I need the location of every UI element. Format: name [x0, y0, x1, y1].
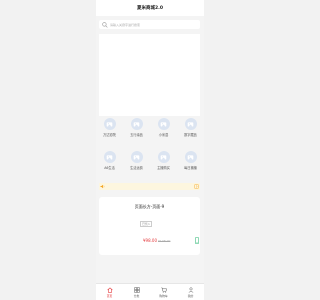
tab-label: 分类 [133, 294, 140, 298]
category-label: 五行缘品 [130, 133, 143, 137]
category-label: 万达影院 [103, 133, 116, 137]
tab-cart[interactable]: 购物车 [150, 284, 177, 300]
product-original-price: ¥138.00 [158, 239, 171, 243]
product-price: ¥98.00 [143, 238, 157, 243]
product-tag: 已售1 [140, 221, 152, 227]
image-icon [157, 151, 170, 163]
image-icon [130, 118, 143, 130]
tab-category[interactable]: 分类 [123, 284, 150, 300]
tab-label: 购物车 [159, 294, 168, 298]
search-icon [102, 21, 108, 28]
image-icon [103, 151, 116, 163]
category-label: 主播购买 [157, 166, 170, 170]
user-icon [188, 287, 193, 293]
image-icon [130, 151, 143, 163]
product-title: 页面长方-页面-9 [134, 204, 165, 209]
chevron-right-icon[interactable] [194, 184, 199, 189]
category-label: 小米县 [158, 133, 169, 137]
category-item[interactable]: A6生活 [96, 151, 123, 179]
category-label: 每日播播 [184, 166, 197, 170]
category-label: 生活运费 [130, 166, 143, 170]
tab-label: 首页 [106, 294, 113, 298]
tab-label: 我的 [187, 294, 194, 298]
cart-icon [160, 287, 167, 293]
category-item[interactable]: 五行缘品 [123, 118, 150, 146]
phone-screen: 夏米商城2.0 请输入关键字进行搜索 万达影院 五行缘品 小米县 数字藏品 A6… [96, 0, 204, 300]
category-item[interactable]: 小米县 [150, 118, 177, 146]
category-item[interactable]: 每日播播 [177, 151, 204, 179]
page-title: 夏米商城2.0 [137, 6, 163, 11]
category-icon [133, 287, 140, 293]
product-card[interactable]: 页面长方-页面-9 已售1 ¥98.00 ¥138.00 [99, 197, 200, 255]
category-item[interactable]: 数字藏品 [177, 118, 204, 146]
category-item[interactable]: 主播购买 [150, 151, 177, 179]
category-item[interactable]: 万达影院 [96, 118, 123, 146]
search-bar[interactable]: 请输入关键字进行搜索 [99, 20, 200, 29]
image-icon [103, 118, 116, 130]
speaker-icon [100, 184, 105, 189]
category-label: A6生活 [104, 166, 115, 170]
mobile-icon[interactable] [195, 237, 199, 244]
category-label: 数字藏品 [184, 133, 197, 137]
home-icon [106, 287, 113, 293]
tab-profile[interactable]: 我的 [177, 284, 204, 300]
bottom-tabbar: 首页 分类 购物车 我的 [96, 283, 204, 300]
image-icon [157, 118, 170, 130]
notice-bar[interactable] [99, 183, 200, 190]
image-icon [184, 118, 197, 130]
search-placeholder[interactable]: 请输入关键字进行搜索 [110, 23, 140, 27]
category-item[interactable]: 生活运费 [123, 151, 150, 179]
image-icon [184, 151, 197, 163]
category-grid: 万达影院 五行缘品 小米县 数字藏品 A6生活 生活运费 主播购买 每日播播 [96, 118, 204, 180]
tab-home[interactable]: 首页 [96, 284, 123, 300]
app-header: 夏米商城2.0 [96, 0, 204, 16]
banner-area[interactable] [99, 34, 200, 116]
